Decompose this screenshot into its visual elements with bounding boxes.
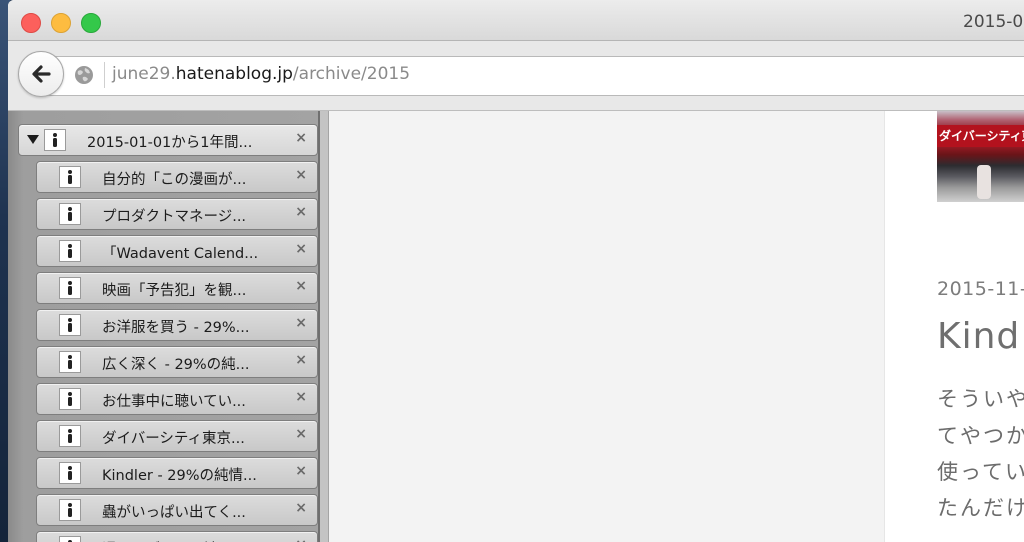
sidebar-splitter[interactable]	[320, 111, 329, 542]
close-tab-icon[interactable]: ×	[295, 352, 307, 368]
tab-tree-child[interactable]: 蟲がいっぱい出てく... ×	[36, 494, 318, 526]
hatena-favicon-icon	[59, 388, 81, 410]
tab-tree-sidebar: 2015-01-01から1年間... × 自分的「この漫画が... × プロダクトマ…	[8, 111, 318, 542]
tab-title: Kindler - 29%の純情...	[102, 468, 257, 484]
disclosure-triangle-icon[interactable]	[27, 135, 39, 144]
close-tab-icon[interactable]: ×	[295, 278, 307, 294]
back-button[interactable]	[18, 51, 64, 97]
post-date: 2015-11-1	[937, 278, 1024, 300]
maximize-window-button[interactable]	[81, 13, 101, 33]
tab-tree-child[interactable]: 自分的「この漫画が... ×	[36, 161, 318, 193]
article-thumbnail[interactable]: ダイバーシティ東京	[937, 111, 1024, 202]
post-body-line: てやつか	[937, 424, 1024, 448]
tab-title: 広く深く - 29%の純...	[102, 357, 250, 373]
tab-tree-child[interactable]: お洋服を買う - 29%... ×	[36, 309, 318, 341]
url-prefix: june29.	[112, 64, 176, 84]
hatena-favicon-icon	[59, 499, 81, 521]
tab-title: お仕事中に聴いてい...	[102, 394, 246, 410]
tab-title: 映画「予告犯」を観...	[102, 283, 247, 299]
minimize-window-button[interactable]	[51, 13, 71, 33]
browser-window: 2015-0 june29.hatenablog.jp/archive/2015…	[8, 0, 1024, 542]
page-background	[329, 111, 884, 542]
tab-tree-child[interactable]: 広く深く - 29%の純... ×	[36, 346, 318, 378]
tab-title: 「Wadavent Calend...	[102, 246, 259, 262]
thumbnail-figure	[977, 165, 991, 199]
tab-title: プロダクトマネージ...	[102, 209, 247, 225]
post-body-line: たんだけ	[937, 496, 1024, 520]
close-tab-icon[interactable]: ×	[295, 426, 307, 442]
post-title[interactable]: Kind	[937, 316, 1020, 357]
hatena-favicon-icon	[59, 351, 81, 373]
close-tab-icon[interactable]: ×	[295, 241, 307, 257]
close-tab-icon[interactable]: ×	[295, 389, 307, 405]
tab-tree-child[interactable]: プロダクトマネージ... ×	[36, 198, 318, 230]
globe-icon	[75, 66, 93, 84]
tab-tree-parent[interactable]: 2015-01-01から1年間... ×	[18, 124, 318, 156]
title-bar: 2015-0	[8, 0, 1024, 41]
close-tab-icon[interactable]: ×	[295, 130, 307, 146]
tab-tree-child[interactable]: Kindler - 29%の純情... ×	[36, 457, 318, 489]
url-path: /archive/2015	[292, 64, 411, 84]
close-window-button[interactable]	[21, 13, 41, 33]
tab-title: ダイバーシティ東京...	[102, 431, 245, 447]
hatena-favicon-icon	[59, 277, 81, 299]
post-body-line: 使ってい	[937, 460, 1024, 484]
tab-title: 蟲がいっぱい出てく...	[102, 505, 246, 521]
close-tab-icon[interactable]: ×	[295, 204, 307, 220]
tab-tree-child[interactable]: 「Wadavent Calend... ×	[36, 235, 318, 267]
hatena-favicon-icon	[44, 129, 66, 151]
url-host: hatenablog.jp	[175, 64, 293, 84]
hatena-favicon-icon	[59, 462, 81, 484]
hatena-favicon-icon	[59, 203, 81, 225]
close-tab-icon[interactable]: ×	[295, 463, 307, 479]
tab-tree-child[interactable]: 漫画をざーっと読す... ×	[36, 531, 318, 542]
hatena-favicon-icon	[59, 314, 81, 336]
url-text[interactable]: june29.hatenablog.jp/archive/2015	[112, 64, 410, 84]
tab-tree-child[interactable]: ダイバーシティ東京... ×	[36, 420, 318, 452]
tab-title: 自分的「この漫画が...	[102, 172, 247, 188]
address-divider	[104, 62, 105, 88]
tab-title: お洋服を買う - 29%...	[102, 320, 250, 336]
close-tab-icon[interactable]: ×	[295, 167, 307, 183]
hatena-favicon-icon	[59, 166, 81, 188]
thumbnail-sign-text: ダイバーシティ東京	[937, 125, 1024, 147]
post-body-line: そういや	[937, 387, 1024, 411]
window-title: 2015-0	[963, 12, 1024, 32]
tab-tree-child[interactable]: 映画「予告犯」を観... ×	[36, 272, 318, 304]
close-tab-icon[interactable]: ×	[295, 500, 307, 516]
tab-title: 2015-01-01から1年間...	[87, 135, 253, 151]
arrow-left-icon	[32, 65, 51, 83]
hatena-favicon-icon	[59, 240, 81, 262]
close-tab-icon[interactable]: ×	[295, 537, 307, 542]
navigation-bar: june29.hatenablog.jp/archive/2015	[8, 41, 1024, 111]
tab-title: 漫画をざーっと読す...	[102, 538, 274, 542]
hatena-favicon-icon	[59, 425, 81, 447]
close-tab-icon[interactable]: ×	[295, 315, 307, 331]
hatena-favicon-icon	[59, 536, 81, 542]
tab-tree-child[interactable]: お仕事中に聴いてい... ×	[36, 383, 318, 415]
